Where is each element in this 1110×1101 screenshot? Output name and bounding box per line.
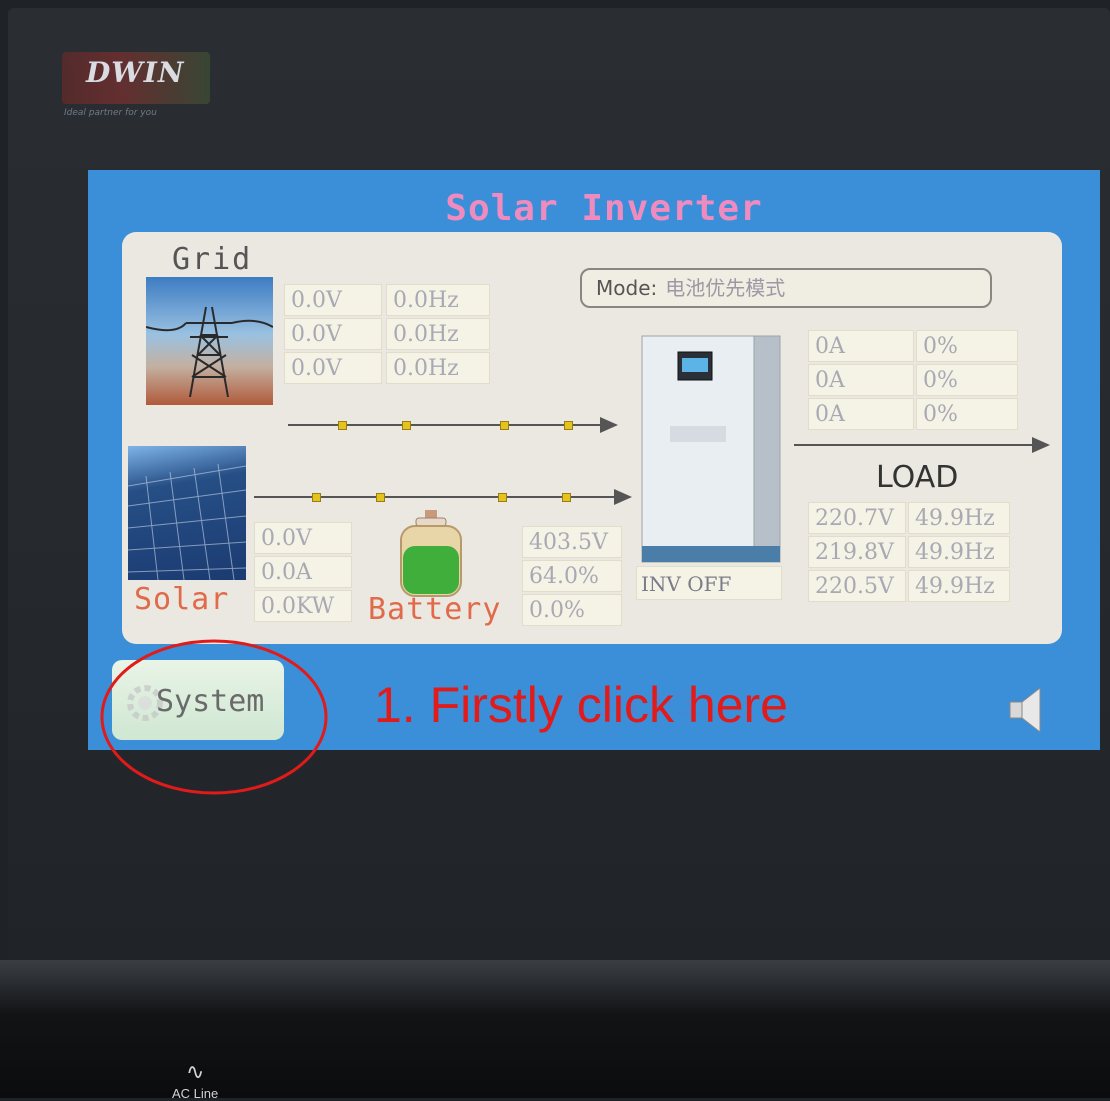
solar-current: 0.0A [254, 556, 352, 588]
grid-voltage-1: 0.0V [284, 284, 382, 316]
grid-frequency-3: 0.0Hz [386, 352, 490, 384]
brand-tagline: Ideal partner for you [64, 108, 157, 118]
mode-label: Mode: [596, 276, 658, 300]
output-percent-2: 0% [916, 364, 1018, 396]
ac-line-label: AC Line [172, 1086, 219, 1101]
brand-logo-text: DWIN [86, 56, 185, 89]
load-label: LOAD [876, 460, 959, 495]
output-current-3: 0A [808, 398, 914, 430]
annotation-instruction: 1. Firstly click here [374, 677, 788, 733]
solar-voltage: 0.0V [254, 522, 352, 554]
solar-power: 0.0KW [254, 590, 352, 622]
load-frequency-3: 49.9Hz [908, 570, 1010, 602]
load-frequency-1: 49.9Hz [908, 502, 1010, 534]
inverter-status: INV OFF [636, 566, 782, 600]
battery-icon [398, 508, 464, 600]
load-frequency-2: 49.9Hz [908, 536, 1010, 568]
grid-voltage-3: 0.0V [284, 352, 382, 384]
grid-label: Grid [172, 242, 253, 277]
load-flow-arrow [794, 437, 1050, 453]
output-current-1: 0A [808, 330, 914, 362]
output-percent-3: 0% [916, 398, 1018, 430]
device-frame-bottom [0, 960, 1110, 1098]
battery-capacity: 64.0% [522, 560, 622, 592]
ac-line-icon: ∿ [186, 1060, 205, 1085]
mode-value: 电池优先模式 [665, 276, 786, 300]
grid-flow-arrow [288, 417, 618, 433]
load-voltage-1: 220.7V [808, 502, 906, 534]
output-percent-1: 0% [916, 330, 1018, 362]
solar-label: Solar [134, 582, 230, 617]
screen-title: Solar Inverter [445, 188, 763, 229]
solar-panel-icon [128, 446, 246, 580]
grid-tower-icon [146, 277, 273, 405]
load-voltage-2: 219.8V [808, 536, 906, 568]
output-current-2: 0A [808, 364, 914, 396]
battery-voltage: 403.5V [522, 526, 622, 558]
inverter-cabinet-icon [640, 334, 782, 570]
grid-frequency-1: 0.0Hz [386, 284, 490, 316]
annotation-ellipse [100, 639, 328, 795]
grid-voltage-2: 0.0V [284, 318, 382, 350]
load-voltage-3: 220.5V [808, 570, 906, 602]
speaker-icon[interactable] [996, 682, 1048, 738]
battery-label: Battery [368, 592, 502, 627]
grid-frequency-2: 0.0Hz [386, 318, 490, 350]
solar-flow-arrow [254, 489, 632, 505]
battery-percent: 0.0% [522, 594, 622, 626]
mode-display: Mode: 电池优先模式 [580, 268, 992, 308]
